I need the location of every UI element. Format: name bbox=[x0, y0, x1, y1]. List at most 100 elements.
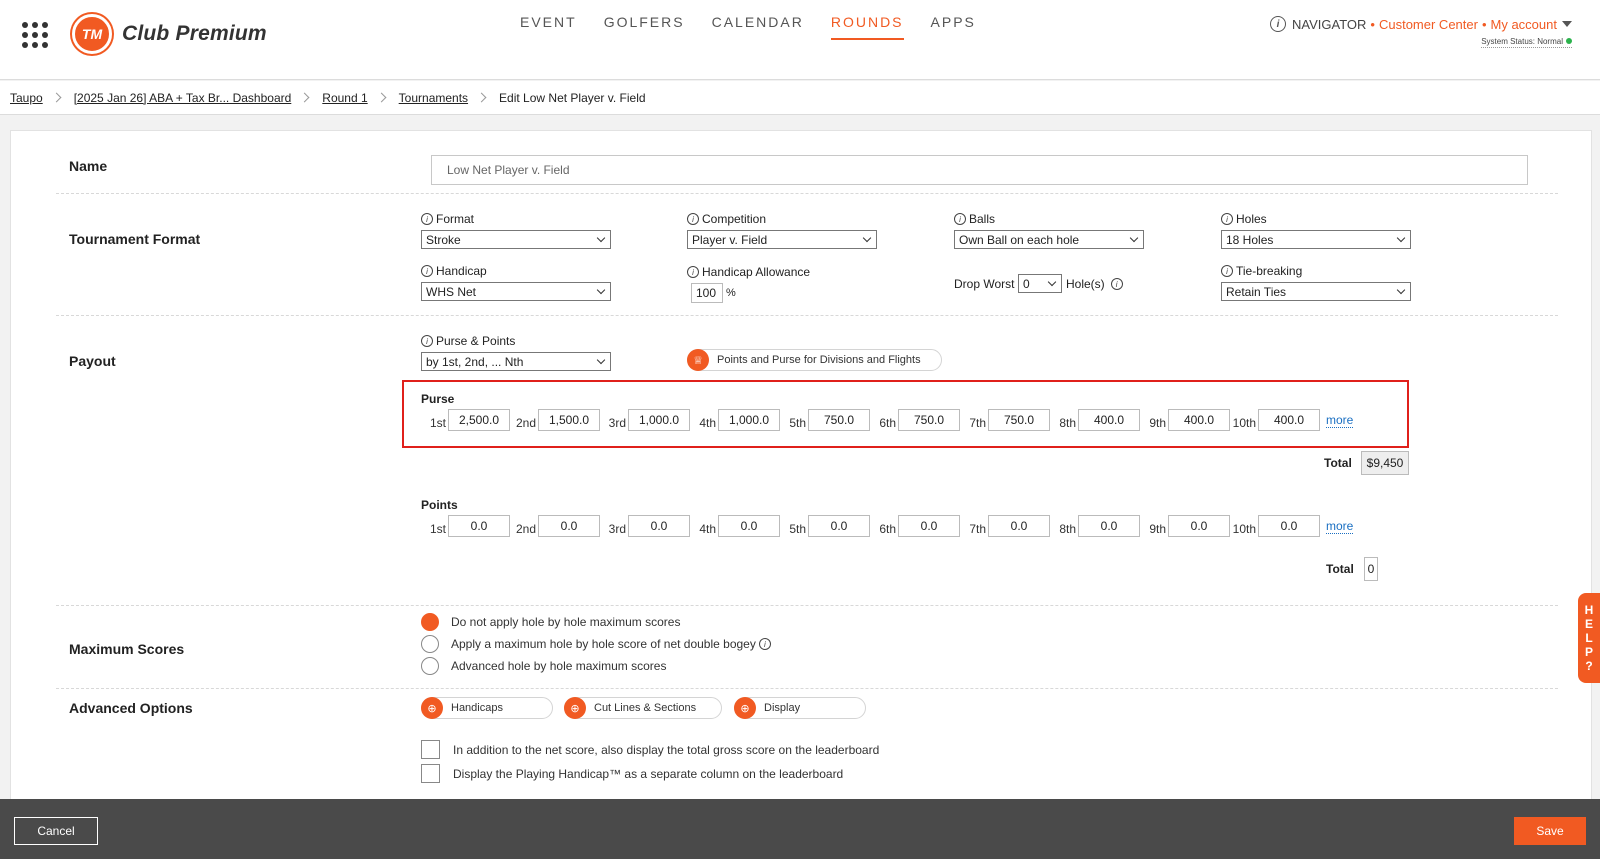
radio-selected[interactable] bbox=[421, 613, 439, 631]
nav-rounds[interactable]: ROUNDS bbox=[830, 14, 904, 40]
handicap-select[interactable]: WHS Net bbox=[421, 282, 611, 301]
system-status[interactable]: System Status: Normal bbox=[1481, 37, 1572, 48]
account-caret-icon[interactable] bbox=[1562, 21, 1572, 27]
info-icon[interactable]: i bbox=[1110, 278, 1123, 290]
points-place: 8th 0.0 bbox=[1050, 515, 1140, 537]
nav-apps[interactable]: APPS bbox=[931, 14, 976, 40]
purse-input[interactable]: 2,500.0 bbox=[448, 409, 510, 431]
competition-select[interactable]: Player v. Field bbox=[687, 230, 877, 249]
purse-input[interactable]: 400.0 bbox=[1078, 409, 1140, 431]
trophy-icon: ♕ bbox=[687, 349, 709, 371]
info-icon[interactable]: i bbox=[1221, 265, 1233, 277]
save-button[interactable]: Save bbox=[1514, 817, 1586, 845]
breadcrumb-dashboard[interactable]: [2025 Jan 26] ABA + Tax Br... Dashboard bbox=[74, 91, 292, 105]
breadcrumb-tournaments[interactable]: Tournaments bbox=[399, 91, 468, 105]
club-premium-logo[interactable]: TM Club Premium bbox=[72, 12, 267, 56]
points-place: 6th 0.0 bbox=[870, 515, 960, 537]
gross-score-checkbox-row[interactable]: In addition to the net score, also displ… bbox=[421, 740, 879, 759]
info-icon[interactable]: i bbox=[421, 335, 433, 347]
customer-center-link[interactable]: Customer Center bbox=[1379, 17, 1478, 32]
drop-worst-select[interactable]: 0 bbox=[1018, 274, 1062, 293]
navigator-link[interactable]: NAVIGATOR bbox=[1292, 17, 1366, 32]
purse-points-label: i Purse & Points bbox=[421, 334, 515, 348]
nav-golfers[interactable]: GOLFERS bbox=[604, 14, 685, 40]
purse-input[interactable]: 750.0 bbox=[988, 409, 1050, 431]
radio[interactable] bbox=[421, 635, 439, 653]
info-icon[interactable]: i bbox=[1221, 213, 1233, 225]
points-input[interactable]: 0.0 bbox=[1078, 515, 1140, 537]
info-icon[interactable]: i bbox=[758, 638, 771, 650]
radio[interactable] bbox=[421, 657, 439, 675]
holes-select[interactable]: 18 Holes bbox=[1221, 230, 1411, 249]
points-place: 3rd 0.0 bbox=[600, 515, 690, 537]
checkbox[interactable] bbox=[421, 740, 440, 759]
display-button[interactable]: ⊕ Display bbox=[734, 697, 866, 719]
breadcrumb-taupo[interactable]: Taupo bbox=[10, 91, 43, 105]
chevron-down-icon bbox=[596, 233, 606, 243]
footer-bar: Cancel Save bbox=[0, 799, 1600, 859]
purse-input[interactable]: 750.0 bbox=[898, 409, 960, 431]
cut-lines-button[interactable]: ⊕ Cut Lines & Sections bbox=[564, 697, 722, 719]
help-tab[interactable]: H E L P? bbox=[1578, 593, 1600, 683]
tournament-name-input[interactable]: Low Net Player v. Field bbox=[431, 155, 1528, 185]
points-input[interactable]: 0.0 bbox=[1168, 515, 1230, 537]
app-grid-icon[interactable] bbox=[22, 22, 48, 48]
my-account-link[interactable]: My account bbox=[1491, 17, 1557, 32]
info-icon[interactable]: i bbox=[687, 213, 699, 225]
points-input[interactable]: 0.0 bbox=[1258, 515, 1320, 537]
max-score-option-double-bogey[interactable]: Apply a maximum hole by hole score of ne… bbox=[421, 635, 774, 653]
chevron-down-icon bbox=[1047, 277, 1057, 287]
max-score-option-advanced[interactable]: Advanced hole by hole maximum scores bbox=[421, 657, 666, 675]
points-input[interactable]: 0.0 bbox=[898, 515, 960, 537]
cancel-button[interactable]: Cancel bbox=[14, 817, 98, 845]
separator-dot: • bbox=[1370, 16, 1375, 32]
points-row: 1st 0.0 2nd 0.0 3rd 0.0 4th 0.0 5th 0.0 6th 0.… bbox=[420, 515, 1354, 537]
points-input[interactable]: 0.0 bbox=[538, 515, 600, 537]
competition-label: i Competition bbox=[687, 212, 766, 226]
purse-place: 4th 1,000.0 bbox=[690, 409, 780, 431]
nav-event[interactable]: EVENT bbox=[520, 14, 577, 40]
purse-input[interactable]: 750.0 bbox=[808, 409, 870, 431]
handicaps-button[interactable]: ⊕ Handicaps bbox=[421, 697, 553, 719]
info-icon[interactable]: i bbox=[687, 266, 699, 278]
purse-input[interactable]: 400.0 bbox=[1258, 409, 1320, 431]
purse-input[interactable]: 1,500.0 bbox=[538, 409, 600, 431]
tie-breaking-select[interactable]: Retain Ties bbox=[1221, 282, 1411, 301]
points-input[interactable]: 0.0 bbox=[718, 515, 780, 537]
points-more-link[interactable]: more bbox=[1326, 519, 1354, 534]
allowance-unit: % bbox=[726, 287, 736, 299]
drop-worst-label: Drop Worst bbox=[954, 277, 1015, 291]
info-icon[interactable]: i bbox=[421, 213, 433, 225]
purse-input[interactable]: 1,000.0 bbox=[628, 409, 690, 431]
tie-breaking-label: i Tie-breaking bbox=[1221, 264, 1302, 278]
points-input[interactable]: 0.0 bbox=[988, 515, 1050, 537]
playing-handicap-checkbox-row[interactable]: Display the Playing Handicap™ as a separ… bbox=[421, 764, 843, 783]
max-score-option-none[interactable]: Do not apply hole by hole maximum scores bbox=[421, 613, 680, 631]
points-place: 1st 0.0 bbox=[420, 515, 510, 537]
divisions-flights-button[interactable]: ♕ Points and Purse for Divisions and Fli… bbox=[687, 349, 942, 371]
purse-input[interactable]: 400.0 bbox=[1168, 409, 1230, 431]
points-input[interactable]: 0.0 bbox=[628, 515, 690, 537]
navigator-info-icon[interactable]: i bbox=[1270, 16, 1286, 32]
logo-text: Club Premium bbox=[122, 22, 267, 45]
points-place: 4th 0.0 bbox=[690, 515, 780, 537]
points-input[interactable]: 0.0 bbox=[448, 515, 510, 537]
nav-calendar[interactable]: CALENDAR bbox=[712, 14, 804, 40]
purse-input[interactable]: 1,000.0 bbox=[718, 409, 780, 431]
chevron-down-icon bbox=[1396, 233, 1406, 243]
purse-points-select[interactable]: by 1st, 2nd, ... Nth bbox=[421, 352, 611, 371]
info-icon[interactable]: i bbox=[421, 265, 433, 277]
purse-place: 2nd 1,500.0 bbox=[510, 409, 600, 431]
balls-select[interactable]: Own Ball on each hole bbox=[954, 230, 1144, 249]
divider bbox=[56, 605, 1558, 606]
purse-place: 7th 750.0 bbox=[960, 409, 1050, 431]
purse-more-link[interactable]: more bbox=[1326, 413, 1354, 428]
info-icon[interactable]: i bbox=[954, 213, 966, 225]
format-select[interactable]: Stroke bbox=[421, 230, 611, 249]
checkbox[interactable] bbox=[421, 764, 440, 783]
handicap-allowance-input[interactable]: 100 bbox=[691, 283, 723, 303]
points-input[interactable]: 0.0 bbox=[808, 515, 870, 537]
breadcrumb-round[interactable]: Round 1 bbox=[322, 91, 367, 105]
main-nav: EVENT GOLFERS CALENDAR ROUNDS APPS bbox=[520, 14, 1003, 40]
purse-place: 9th 400.0 bbox=[1140, 409, 1230, 431]
